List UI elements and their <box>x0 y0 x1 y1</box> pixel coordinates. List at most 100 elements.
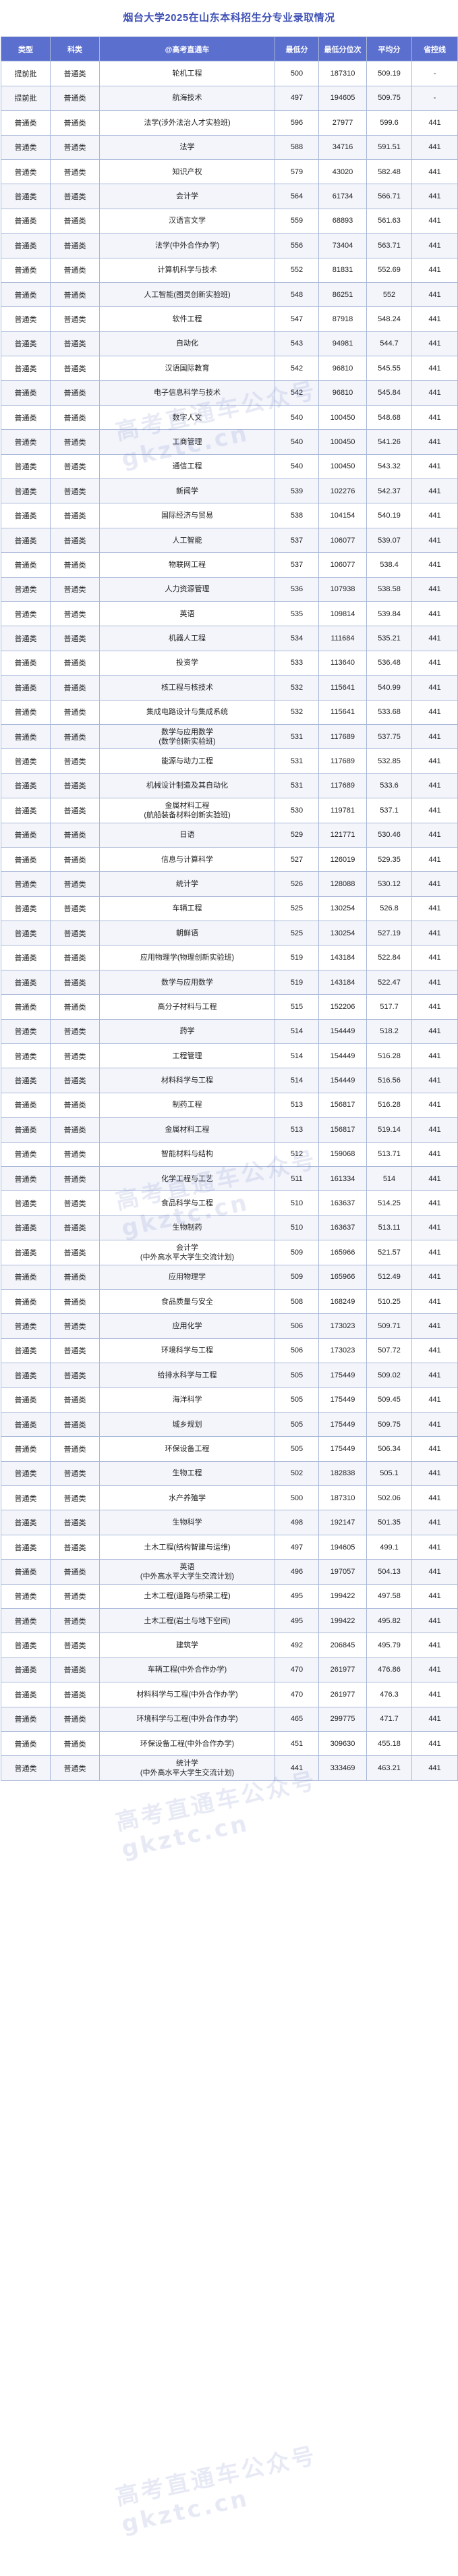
cell-control-line: 441 <box>411 1633 458 1658</box>
cell-major: 城乡规划 <box>99 1411 275 1437</box>
cell-major: 制药工程 <box>99 1092 275 1118</box>
cell-type: 普通类 <box>1 871 51 897</box>
cell-major: 能源与动力工程 <box>99 748 275 774</box>
cell-category: 普通类 <box>50 969 100 995</box>
cell-min-rank: 163637 <box>318 1190 367 1216</box>
cell-major: 土木工程(结构智建与运维) <box>99 1534 275 1560</box>
cell-avg-score: 513.71 <box>366 1141 412 1167</box>
cell-category: 普通类 <box>50 1510 100 1535</box>
cell-category: 普通类 <box>50 1608 100 1634</box>
watermark: 高考直通车公众号 gkztc.cn <box>113 2442 320 2538</box>
table-row: 普通类 普通类 国际经济与贸易 538 104154 540.19 441 <box>1 503 458 528</box>
cell-category: 普通类 <box>50 798 100 823</box>
cell-min-score: 537 <box>275 527 319 553</box>
cell-min-score: 512 <box>275 1141 319 1167</box>
cell-category: 普通类 <box>50 1534 100 1560</box>
cell-category: 普通类 <box>50 945 100 970</box>
cell-control-line: 441 <box>411 331 458 357</box>
cell-type: 普通类 <box>1 1755 51 1781</box>
cell-min-score: 514 <box>275 1043 319 1069</box>
cell-min-rank: 143184 <box>318 969 367 995</box>
cell-avg-score: 539.07 <box>366 527 412 553</box>
cell-major: 知识产权 <box>99 159 275 185</box>
table-row: 普通类 普通类 汉语言文学 559 68893 561.63 441 <box>1 208 458 234</box>
cell-min-rank: 61734 <box>318 184 367 209</box>
cell-type: 普通类 <box>1 503 51 528</box>
cell-major: 轮机工程 <box>99 61 275 86</box>
cell-major: 食品科学与工程 <box>99 1190 275 1216</box>
cell-type: 普通类 <box>1 699 51 725</box>
header-type: 类型 <box>1 36 51 62</box>
cell-control-line: 441 <box>411 1730 458 1757</box>
cell-type: 普通类 <box>1 478 51 504</box>
cell-type: 普通类 <box>1 896 51 922</box>
cell-control-line: 441 <box>411 1460 458 1487</box>
cell-min-score: 441 <box>275 1755 319 1781</box>
cell-min-rank: 152206 <box>318 994 367 1020</box>
cell-avg-score: 501.35 <box>366 1510 412 1535</box>
cell-major: 智能材料与结构 <box>99 1141 275 1167</box>
cell-avg-score: 561.63 <box>366 208 412 234</box>
cell-min-rank: 154449 <box>318 1068 367 1093</box>
cell-min-score: 536 <box>275 576 319 602</box>
table-row: 普通类 普通类 核工程与核技术 532 115641 540.99 441 <box>1 675 458 701</box>
cell-control-line: 441 <box>411 1264 458 1290</box>
cell-category: 普通类 <box>50 822 100 848</box>
cell-control-line: 441 <box>411 1190 458 1216</box>
cell-type: 普通类 <box>1 1190 51 1216</box>
cell-control-line: 441 <box>411 110 458 136</box>
cell-category: 普通类 <box>50 1043 100 1069</box>
cell-major: 水产养殖学 <box>99 1485 275 1511</box>
cell-category: 普通类 <box>50 896 100 922</box>
cell-min-score: 514 <box>275 1018 319 1045</box>
cell-type: 普通类 <box>1 1706 51 1732</box>
cell-type: 普通类 <box>1 454 51 480</box>
cell-min-rank: 175449 <box>318 1363 367 1388</box>
cell-min-rank: 96810 <box>318 356 367 381</box>
cell-control-line: 441 <box>411 380 458 406</box>
cell-type: 普通类 <box>1 921 51 946</box>
cell-control-line: 441 <box>411 404 458 431</box>
cell-avg-score: 516.56 <box>366 1068 412 1093</box>
cell-type: 普通类 <box>1 1166 51 1192</box>
cell-min-score: 552 <box>275 257 319 283</box>
cell-min-score: 540 <box>275 454 319 480</box>
table-row: 普通类 普通类 机器人工程 534 111684 535.21 441 <box>1 626 458 651</box>
cell-type: 普通类 <box>1 969 51 995</box>
cell-type: 普通类 <box>1 675 51 701</box>
cell-category: 普通类 <box>50 110 100 136</box>
cell-min-rank: 154449 <box>318 1043 367 1069</box>
cell-major: 生物制药 <box>99 1215 275 1241</box>
cell-min-score: 509 <box>275 1240 319 1265</box>
cell-type: 普通类 <box>1 1730 51 1757</box>
table-row: 普通类 普通类 新闻学 539 102276 542.37 441 <box>1 478 458 504</box>
cell-type: 普通类 <box>1 1682 51 1707</box>
cell-avg-score: 455.18 <box>366 1730 412 1757</box>
cell-type: 普通类 <box>1 846 51 873</box>
cell-avg-score: 476.3 <box>366 1682 412 1707</box>
cell-min-rank: 163637 <box>318 1215 367 1241</box>
cell-min-score: 533 <box>275 650 319 676</box>
cell-control-line: 441 <box>411 1657 458 1683</box>
cell-type: 普通类 <box>1 1240 51 1265</box>
cell-min-score: 542 <box>275 356 319 381</box>
cell-min-score: 502 <box>275 1460 319 1487</box>
table-row: 普通类 普通类 车辆工程 525 130254 526.8 441 <box>1 896 458 922</box>
cell-control-line: 441 <box>411 1117 458 1143</box>
cell-avg-score: 532.85 <box>366 748 412 774</box>
cell-category: 普通类 <box>50 306 100 332</box>
cell-min-rank: 111684 <box>318 626 367 651</box>
cell-control-line: 441 <box>411 798 458 823</box>
cell-control-line: 441 <box>411 921 458 946</box>
cell-avg-score: 563.71 <box>366 233 412 258</box>
cell-major: 应用物理学(物理创新实验班) <box>99 945 275 970</box>
cell-category: 普通类 <box>50 1264 100 1290</box>
cell-min-rank: 192147 <box>318 1510 367 1535</box>
cell-category: 普通类 <box>50 1313 100 1339</box>
cell-category: 普通类 <box>50 85 100 111</box>
cell-min-rank: 187310 <box>318 1485 367 1511</box>
cell-type: 普通类 <box>1 233 51 258</box>
cell-type: 普通类 <box>1 110 51 136</box>
cell-major: 英语 (中外高水平大学生交流计划) <box>99 1559 275 1585</box>
cell-min-rank: 194605 <box>318 85 367 111</box>
